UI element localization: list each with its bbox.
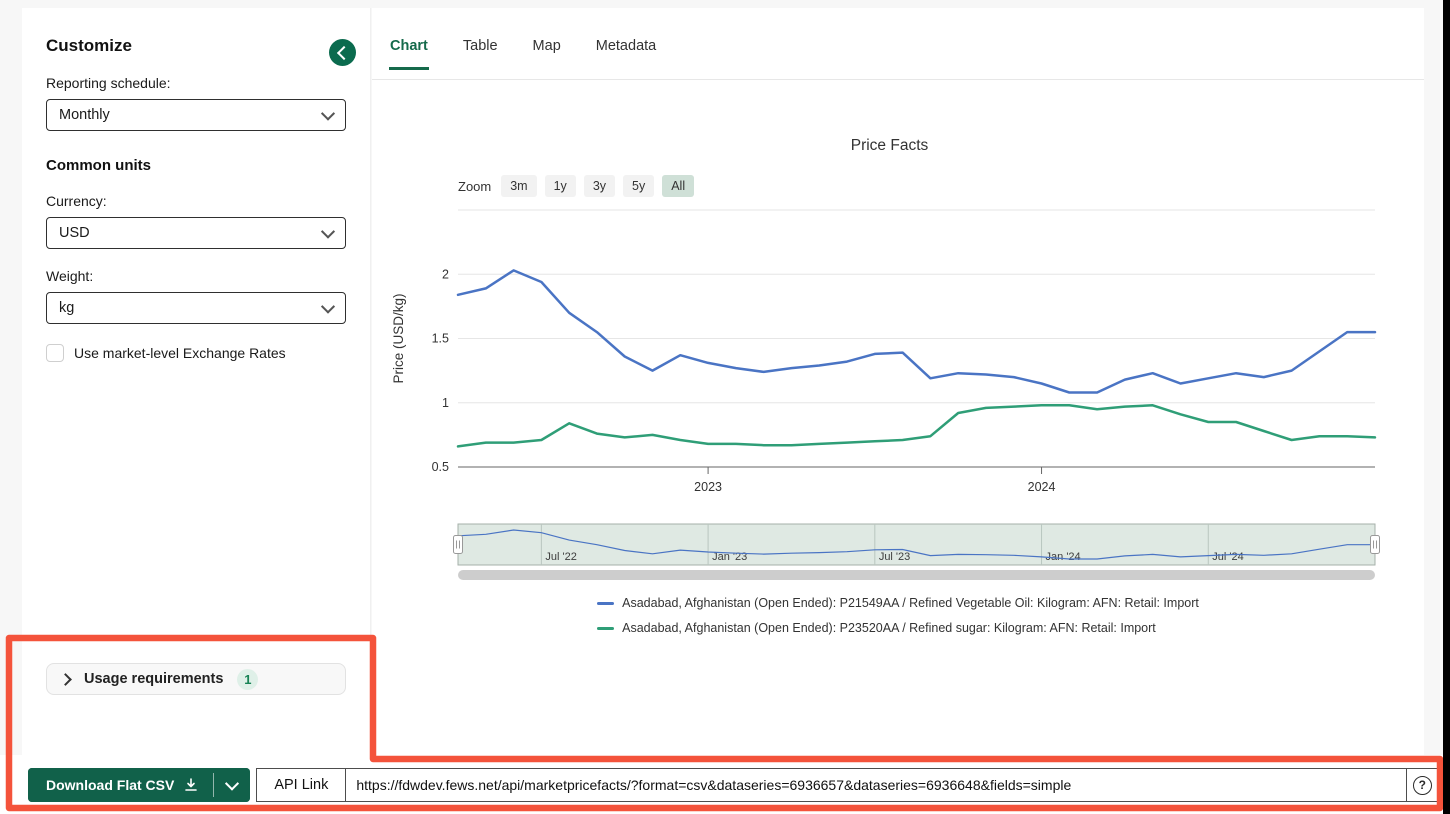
help-icon: ?: [1413, 776, 1432, 795]
download-options-button[interactable]: [214, 768, 250, 802]
y-tick-label: 2: [442, 267, 449, 281]
currency-value: USD: [59, 225, 90, 241]
navigator-tick-label: Jul '22: [545, 551, 576, 563]
zoom-3y-button[interactable]: 3y: [584, 175, 615, 197]
tab-chart[interactable]: Chart: [389, 38, 429, 70]
weight-label: Weight:: [46, 268, 346, 284]
navigator-scrollbar[interactable]: [458, 570, 1375, 580]
collapse-panel-button[interactable]: [329, 39, 356, 66]
y-tick-label: 1: [442, 396, 449, 410]
download-icon: [183, 777, 199, 793]
api-url-input[interactable]: [346, 769, 1406, 801]
zoom-3m-button[interactable]: 3m: [501, 175, 536, 197]
zoom-label: Zoom: [458, 179, 491, 194]
legend-text: Asadabad, Afghanistan (Open Ended): P215…: [622, 596, 1199, 610]
legend-text: Asadabad, Afghanistan (Open Ended): P235…: [622, 621, 1156, 635]
reporting-schedule-label: Reporting schedule:: [46, 75, 346, 91]
y-tick-label: 0.5: [432, 460, 449, 474]
legend-marker-blue: [597, 602, 614, 605]
zoom-1y-button[interactable]: 1y: [545, 175, 576, 197]
reporting-schedule-select[interactable]: Monthly: [46, 99, 346, 131]
tab-table[interactable]: Table: [462, 38, 499, 70]
chart-legend: Asadabad, Afghanistan (Open Ended): P215…: [372, 596, 1424, 635]
legend-item-refined-sugar[interactable]: Asadabad, Afghanistan (Open Ended): P235…: [597, 621, 1199, 635]
exchange-rates-row: Use market-level Exchange Rates: [46, 344, 346, 362]
api-link-box: API Link ?: [256, 768, 1438, 802]
download-split-button: Download Flat CSV: [28, 768, 250, 802]
navigator-handle[interactable]: [1371, 536, 1380, 554]
x-tick-label: 2023: [694, 480, 722, 494]
chevron-down-icon: [321, 225, 335, 239]
exchange-rates-checkbox[interactable]: [46, 344, 64, 362]
series-line[interactable]: [458, 270, 1375, 392]
legend-marker-green: [597, 627, 614, 630]
usage-requirements-label: Usage requirements: [84, 671, 223, 687]
currency-label: Currency:: [46, 193, 346, 209]
navigator-tick-label: Jul '24: [1212, 551, 1243, 563]
customize-panel: Customize Reporting schedule: Monthly Co…: [22, 8, 371, 760]
api-link-label: API Link: [257, 769, 346, 801]
help-button[interactable]: ?: [1406, 769, 1437, 801]
y-tick-label: 1.5: [432, 332, 449, 346]
usage-requirements-badge: 1: [237, 669, 258, 690]
chevron-left-icon: [337, 45, 351, 59]
tab-bar: Chart Table Map Metadata: [389, 38, 657, 70]
zoom-5y-button[interactable]: 5y: [623, 175, 654, 197]
weight-value: kg: [59, 300, 74, 316]
reporting-schedule-value: Monthly: [59, 107, 110, 123]
y-axis-title: Price (USD/kg): [391, 293, 406, 383]
navigator-tick-label: Jan '24: [1046, 551, 1081, 563]
chevron-down-icon: [225, 777, 239, 791]
tab-metadata[interactable]: Metadata: [595, 38, 657, 70]
usage-requirements-expander[interactable]: Usage requirements 1: [46, 663, 346, 695]
navigator-handle[interactable]: [454, 536, 463, 554]
x-tick-label: 2024: [1028, 480, 1056, 494]
series-line[interactable]: [458, 405, 1375, 446]
chevron-right-icon: [59, 673, 72, 686]
download-flat-csv-label: Download Flat CSV: [46, 777, 174, 793]
chart-title: Price Facts: [372, 137, 1407, 155]
tab-map[interactable]: Map: [532, 38, 562, 70]
footer-bar: Download Flat CSV API Link ?: [28, 768, 1438, 802]
screen-edge-strip: [1443, 0, 1450, 814]
currency-select[interactable]: USD: [46, 217, 346, 249]
zoom-controls: Zoom 3m 1y 3y 5y All: [458, 175, 694, 197]
panel-title: Customize: [46, 36, 346, 56]
common-units-heading: Common units: [46, 157, 346, 174]
price-chart: 0.5 1 1.5 2 Price (USD/kg) 2023 2024 Jul '22 Jan…: [372, 205, 1424, 588]
chevron-down-icon: [321, 107, 335, 121]
exchange-rates-label: Use market-level Exchange Rates: [74, 345, 286, 361]
tab-divider: [372, 79, 1424, 80]
chevron-down-icon: [321, 300, 335, 314]
zoom-all-button[interactable]: All: [662, 175, 694, 197]
navigator-tick-label: Jul '23: [879, 551, 910, 563]
chart-panel: Chart Table Map Metadata Price Facts Zoo…: [372, 8, 1424, 755]
legend-item-vegetable-oil[interactable]: Asadabad, Afghanistan (Open Ended): P215…: [597, 596, 1199, 610]
download-flat-csv-button[interactable]: Download Flat CSV: [28, 768, 213, 802]
weight-select[interactable]: kg: [46, 292, 346, 324]
